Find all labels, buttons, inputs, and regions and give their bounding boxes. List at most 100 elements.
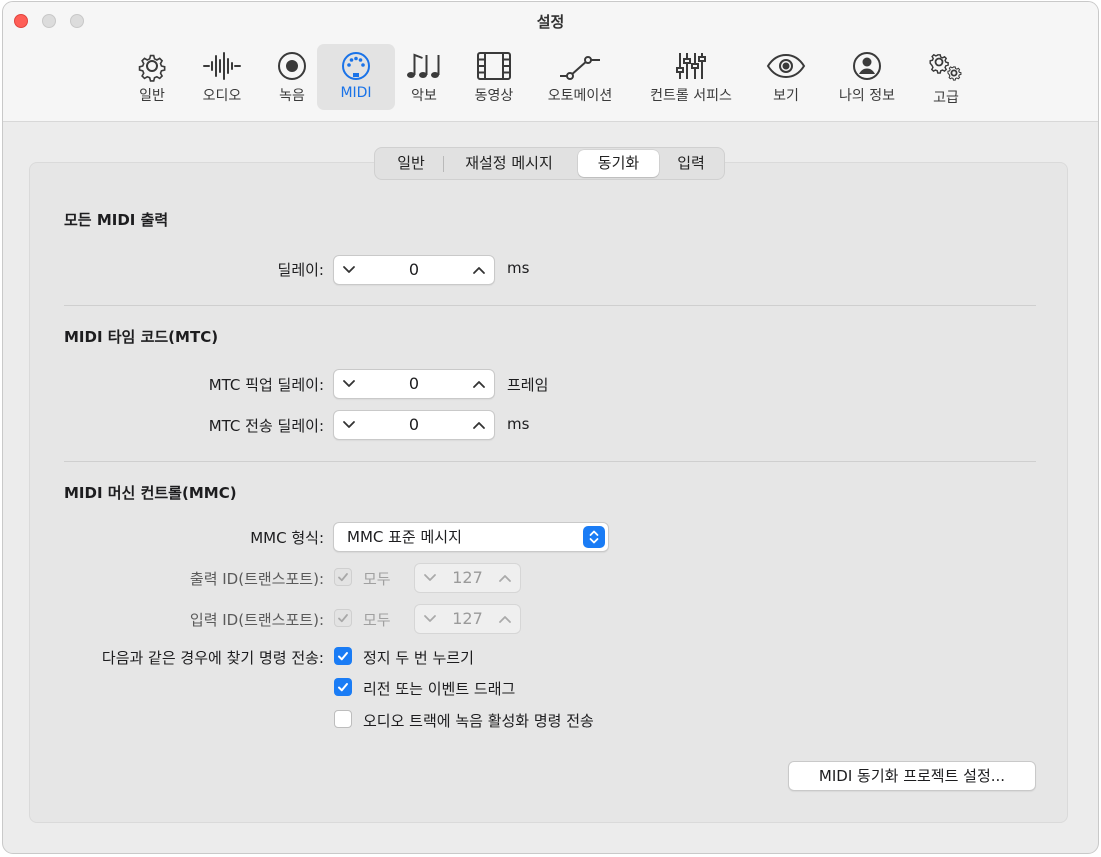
output-id-value[interactable]: 127 (445, 564, 490, 592)
toolbar-label: MIDI (340, 85, 372, 101)
mtc-send-delay-stepper[interactable]: 0 (333, 410, 495, 440)
mmc-format-label: MMC 형식: (250, 529, 324, 547)
toolbar-item-score[interactable]: 악보 (391, 44, 457, 110)
toolbar-label: 보기 (773, 88, 799, 104)
gears-icon (929, 53, 962, 81)
decrement-button[interactable] (336, 370, 362, 398)
chevron-down-icon (424, 574, 436, 581)
chevron-down-icon (424, 615, 436, 622)
eye-icon (766, 53, 806, 79)
chevron-up-icon (473, 381, 485, 388)
midi-connector-icon (342, 52, 370, 80)
toolbar-label: 오토메이션 (547, 88, 613, 104)
person-icon (853, 52, 881, 80)
title-bar: 설정 일반 오디오 녹음 MIDI 악보 동영상 오토메이션 컨트롤 서피스 보… (3, 2, 1098, 122)
delay-value[interactable]: 0 (364, 256, 464, 284)
mtc-pickup-delay-value[interactable]: 0 (364, 370, 464, 398)
toolbar-item-automation[interactable]: 오토메이션 (535, 44, 625, 110)
drag-region-checkbox[interactable] (334, 678, 352, 696)
toolbar-item-my-info[interactable]: 나의 정보 (827, 44, 907, 110)
decrement-button[interactable] (417, 564, 443, 592)
midi-sync-project-settings-button[interactable]: MIDI 동기화 프로젝트 설정... (788, 761, 1036, 791)
send-record-enable-checkbox[interactable] (334, 710, 352, 728)
decrement-button[interactable] (417, 605, 443, 633)
increment-button[interactable] (466, 256, 492, 284)
increment-button[interactable] (466, 370, 492, 398)
toolbar-item-control-surfaces[interactable]: 컨트롤 서피스 (637, 44, 745, 110)
mmc-format-popup[interactable]: MMC 표준 메시지 (333, 522, 609, 552)
delay-label: 딜레이: (277, 261, 324, 279)
toolbar-item-midi[interactable]: MIDI (317, 44, 395, 110)
toolbar-label: 컨트롤 서피스 (650, 88, 732, 104)
toolbar-item-view[interactable]: 보기 (753, 44, 819, 110)
tab-input[interactable]: 입력 (662, 150, 720, 177)
toolbar-label: 일반 (139, 88, 165, 104)
increment-button[interactable] (466, 411, 492, 439)
increment-button[interactable] (492, 564, 518, 592)
toolbar-item-movie[interactable]: 동영상 (461, 44, 527, 110)
double-click-stop-checkbox[interactable] (334, 647, 352, 665)
drag-region-label: 리전 또는 이벤트 드래그 (363, 680, 516, 698)
tab-reset-messages[interactable]: 재설정 메시지 (445, 150, 573, 177)
decrement-button[interactable] (336, 411, 362, 439)
checkmark-icon (338, 573, 348, 582)
sliders-icon (676, 53, 706, 79)
output-id-stepper[interactable]: 127 (414, 563, 521, 593)
output-id-all-label: 모두 (363, 570, 391, 588)
input-id-all-checkbox[interactable] (334, 609, 352, 627)
input-id-all-label: 모두 (363, 611, 391, 629)
toolbar-label: 악보 (411, 88, 437, 104)
increment-button[interactable] (492, 605, 518, 633)
checkmark-icon (338, 652, 348, 661)
record-icon (278, 52, 306, 80)
section-title-midi-output: 모든 MIDI 출력 (64, 211, 169, 229)
waveform-icon (203, 52, 241, 80)
popup-arrows-button[interactable] (583, 526, 605, 548)
tab-sync[interactable]: 동기화 (578, 150, 659, 177)
section-divider (64, 305, 1036, 306)
music-notes-icon (407, 53, 440, 78)
input-id-stepper[interactable]: 127 (414, 604, 521, 634)
toolbar-item-record[interactable]: 녹음 (259, 44, 325, 110)
window-title: 설정 (536, 13, 565, 31)
toolbar-item-audio[interactable]: 오디오 (189, 44, 255, 110)
chevron-down-icon (343, 421, 355, 428)
mtc-send-delay-label: MTC 전송 딜레이: (208, 417, 324, 435)
chevron-down-icon (343, 380, 355, 387)
mtc-send-delay-unit: ms (507, 415, 530, 433)
section-title-mtc: MIDI 타임 코드(MTC) (64, 328, 219, 346)
input-id-value[interactable]: 127 (445, 605, 490, 633)
toolbar-item-general[interactable]: 일반 (119, 44, 185, 110)
delay-stepper[interactable]: 0 (333, 255, 495, 285)
toolbar-label: 동영상 (474, 88, 514, 104)
toolbar-label: 고급 (933, 90, 959, 106)
mtc-pickup-delay-unit: 프레임 (507, 376, 549, 394)
locate-command-label: 다음과 같은 경우에 찾기 명령 전송: (101, 649, 324, 667)
chevron-up-icon (499, 616, 511, 623)
section-divider (64, 461, 1036, 462)
chevron-up-icon (473, 267, 485, 274)
checkmark-icon (338, 614, 348, 623)
decrement-button[interactable] (336, 256, 362, 284)
input-id-label: 입력 ID(트랜스포트): (189, 611, 324, 629)
chevron-up-icon (499, 575, 511, 582)
send-record-enable-label: 오디오 트랙에 녹음 활성화 명령 전송 (363, 712, 594, 730)
mtc-pickup-delay-label: MTC 픽업 딜레이: (208, 376, 324, 394)
automation-curve-icon (560, 56, 600, 80)
output-id-label: 출력 ID(트랜스포트): (189, 570, 324, 588)
toolbar-label: 녹음 (279, 88, 305, 104)
mtc-send-delay-value[interactable]: 0 (364, 411, 464, 439)
mmc-format-value: MMC 표준 메시지 (347, 528, 462, 546)
tab-bar: 일반 재설정 메시지 동기화 입력 (374, 147, 725, 180)
gear-icon (138, 54, 166, 82)
toolbar-label: 오디오 (202, 88, 242, 104)
output-id-all-checkbox[interactable] (334, 568, 352, 586)
toolbar-label: 나의 정보 (839, 88, 895, 104)
tab-separator (443, 156, 444, 172)
mtc-pickup-delay-stepper[interactable]: 0 (333, 369, 495, 399)
tab-general[interactable]: 일반 (381, 150, 441, 177)
delay-unit: ms (507, 259, 530, 277)
chevron-up-icon (473, 422, 485, 429)
double-click-stop-label: 정지 두 번 누르기 (363, 649, 474, 667)
toolbar-item-advanced[interactable]: 고급 (913, 44, 979, 110)
